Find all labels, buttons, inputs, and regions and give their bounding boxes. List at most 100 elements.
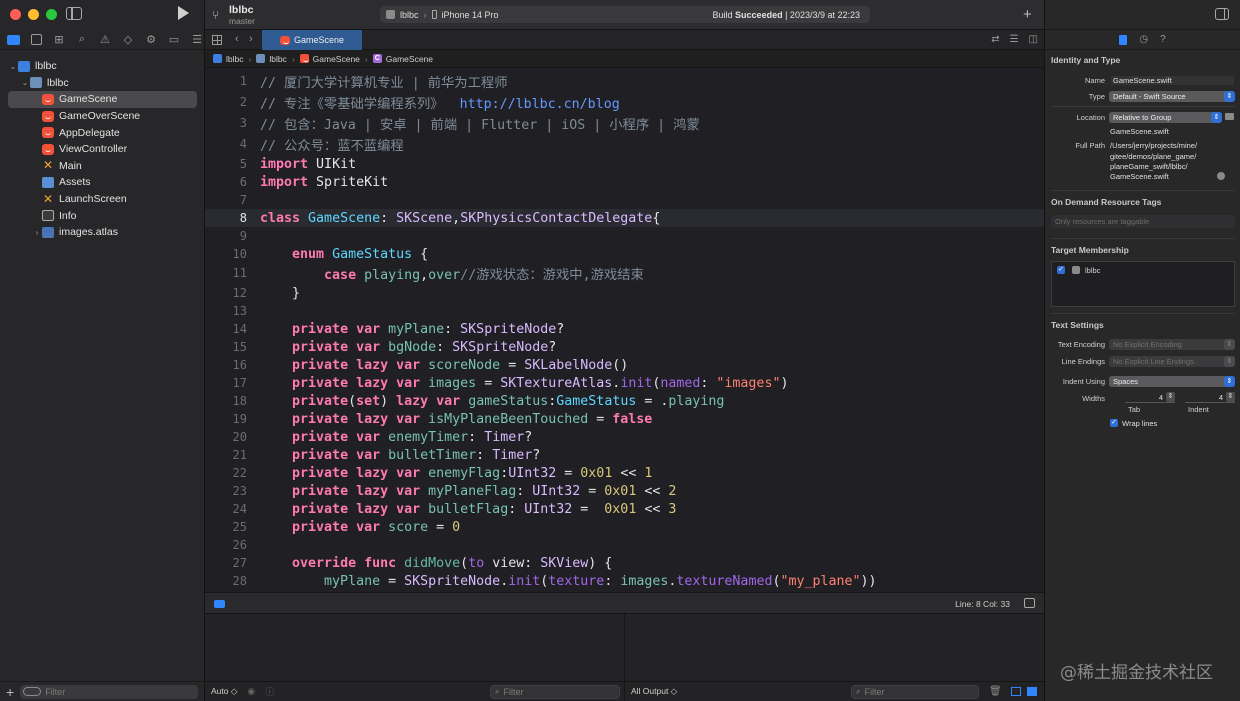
filter-options-icon[interactable] bbox=[23, 687, 42, 696]
target-checkbox[interactable]: ✓ bbox=[1057, 266, 1065, 274]
code-line[interactable]: 15 private var bgNode: SKSpriteNode? bbox=[205, 338, 1044, 356]
close-window-button[interactable] bbox=[10, 9, 21, 20]
source-control-tab[interactable] bbox=[29, 34, 43, 46]
code-line[interactable]: 10 enum GameStatus { bbox=[205, 245, 1044, 263]
code-line[interactable]: 9 bbox=[205, 227, 1044, 245]
choose-folder-icon[interactable] bbox=[1225, 113, 1234, 120]
disclosure-icon[interactable]: ⌄ bbox=[8, 62, 18, 71]
report-navigator-tab[interactable]: ☰ bbox=[190, 34, 204, 46]
encoding-select[interactable]: No Explicit Encoding bbox=[1109, 339, 1235, 350]
code-line[interactable]: 23 private lazy var myPlaneFlag: UInt32 … bbox=[205, 482, 1044, 500]
code-line[interactable]: 7 bbox=[205, 191, 1044, 209]
find-navigator-tab[interactable]: ⌕ bbox=[75, 33, 89, 46]
file-inspector-icon[interactable] bbox=[1119, 34, 1128, 45]
code-line[interactable]: 21 private var bulletTimer: Timer? bbox=[205, 446, 1044, 464]
test-navigator-tab[interactable]: ◇ bbox=[121, 34, 135, 46]
indent-select[interactable]: Spaces bbox=[1109, 376, 1235, 387]
breadcrumb-symbol[interactable]: GameScene bbox=[386, 54, 433, 64]
console-filter-input[interactable]: ⌕ Filter bbox=[851, 684, 979, 699]
code-line[interactable]: 26 bbox=[205, 536, 1044, 554]
code-line[interactable]: 27 override func didMove(to view: SKView… bbox=[205, 554, 1044, 572]
info-icon[interactable]: ⓘ bbox=[265, 685, 274, 698]
library-add-button[interactable]: + bbox=[1023, 6, 1032, 23]
panel-toggle-icon[interactable] bbox=[1024, 598, 1035, 608]
code-line[interactable]: 13 bbox=[205, 302, 1044, 320]
code-line[interactable]: 19 private lazy var isMyPlaneBeenTouched… bbox=[205, 410, 1044, 428]
tree-item[interactable]: Info bbox=[0, 207, 205, 224]
split-editor-icon[interactable]: ◫ bbox=[1029, 34, 1038, 45]
debug-area-toggle-icon[interactable] bbox=[214, 600, 225, 608]
line-endings-select[interactable]: No Explicit Line Endings bbox=[1109, 356, 1235, 367]
debug-navigator-tab[interactable]: ⚙ bbox=[144, 34, 158, 46]
code-line[interactable]: 12 } bbox=[205, 284, 1044, 302]
breadcrumb-file[interactable]: GameScene bbox=[313, 54, 360, 64]
breadcrumb-group[interactable]: lblbc bbox=[269, 54, 286, 64]
disclosure-icon[interactable]: › bbox=[32, 228, 42, 237]
code-line[interactable]: 16 private lazy var scoreNode = SKLabelN… bbox=[205, 356, 1044, 374]
variables-filter-input[interactable]: ⌕ Filter bbox=[490, 684, 620, 699]
indent-width-stepper[interactable]: 4 bbox=[1185, 392, 1235, 403]
branch-name[interactable]: master bbox=[229, 16, 255, 26]
code-line[interactable]: 25 private var score = 0 bbox=[205, 518, 1044, 536]
breadcrumb-project[interactable]: lblbc bbox=[226, 54, 243, 64]
trash-icon[interactable]: 🗑 bbox=[989, 686, 1002, 697]
code-line[interactable]: 20 private var enemyTimer: Timer? bbox=[205, 428, 1044, 446]
wrap-lines-checkbox[interactable]: ✓ bbox=[1110, 419, 1118, 427]
code-line[interactable]: 22 private lazy var enemyFlag:UInt32 = 0… bbox=[205, 464, 1044, 482]
code-line[interactable]: 18 private(set) lazy var gameStatus:Game… bbox=[205, 392, 1044, 410]
reveal-in-finder-icon[interactable] bbox=[1217, 172, 1225, 180]
tree-item[interactable]: › images.atlas bbox=[0, 224, 205, 241]
project-navigator-tab[interactable] bbox=[6, 34, 20, 46]
add-file-icon[interactable]: + bbox=[6, 684, 14, 700]
code-line[interactable]: 6 import SpriteKit bbox=[205, 173, 1044, 191]
name-field[interactable]: GameScene.swift bbox=[1111, 76, 1234, 85]
code-line[interactable]: 17 private lazy var images = SKTextureAt… bbox=[205, 374, 1044, 392]
tab-gamescene[interactable]: GameScene bbox=[262, 30, 362, 50]
swap-icon[interactable]: ⇄ bbox=[991, 34, 999, 45]
tree-item[interactable]: GameOverScene bbox=[0, 108, 205, 125]
forward-icon[interactable]: › bbox=[249, 33, 253, 45]
tab-width-stepper[interactable]: 4 bbox=[1125, 392, 1175, 403]
split-right-icon[interactable] bbox=[1027, 687, 1037, 696]
split-left-icon[interactable] bbox=[1011, 687, 1021, 696]
breakpoint-navigator-tab[interactable]: ▭ bbox=[167, 34, 181, 46]
code-line[interactable]: 8 class GameScene: SKScene,SKPhysicsConta… bbox=[205, 209, 1044, 227]
inspector-toggle-icon[interactable] bbox=[1215, 8, 1229, 20]
tree-item[interactable]: GameScene bbox=[8, 91, 197, 108]
sidebar-toggle-icon[interactable] bbox=[66, 7, 82, 20]
history-icon[interactable]: ◷ bbox=[1139, 34, 1148, 45]
adjust-editor-icon[interactable]: ☰ bbox=[1010, 34, 1019, 45]
run-button[interactable] bbox=[178, 6, 189, 20]
eye-icon[interactable]: ◉ bbox=[247, 686, 255, 697]
zoom-window-button[interactable] bbox=[46, 9, 57, 20]
code-line[interactable]: 3 // 包含：Java | 安卓 | 前端 | Flutter | iOS | … bbox=[205, 114, 1044, 133]
code-line[interactable]: 14 private var myPlane: SKSpriteNode? bbox=[205, 320, 1044, 338]
code-line[interactable]: 24 private lazy var bulletFlag: UInt32 =… bbox=[205, 500, 1044, 518]
source-editor[interactable]: 1 // 厦门大学计算机专业 | 前华为工程师 2 // 专注《零基础学编程系列》 h… bbox=[205, 68, 1044, 592]
minimize-window-button[interactable] bbox=[28, 9, 39, 20]
navigator-filter-input[interactable]: Filter bbox=[20, 684, 199, 699]
tree-item[interactable]: ⌄ lblbc bbox=[0, 75, 205, 92]
device-selector[interactable]: iPhone 14 Pro bbox=[442, 10, 499, 20]
tree-item[interactable]: ✕ Main bbox=[0, 158, 205, 175]
project-name[interactable]: lblbc bbox=[229, 4, 254, 16]
location-select[interactable]: Relative to Group bbox=[1109, 112, 1222, 123]
tree-item[interactable]: ✕ LaunchScreen bbox=[0, 191, 205, 208]
symbol-navigator-tab[interactable]: ⊞ bbox=[52, 34, 66, 46]
code-line[interactable]: 11 case playing,over//游戏状态：游戏中,游戏结束 bbox=[205, 264, 1044, 283]
tree-item[interactable]: AppDelegate bbox=[0, 124, 205, 141]
code-line[interactable]: 4 // 公众号：蓝不蓝编程 bbox=[205, 135, 1044, 154]
tree-item[interactable]: Assets bbox=[0, 174, 205, 191]
variables-scope-selector[interactable]: Auto ◇ bbox=[211, 686, 237, 697]
tree-item[interactable]: ⌄ lblbc bbox=[0, 58, 205, 75]
scheme-selector[interactable]: lblbc bbox=[400, 10, 419, 20]
disclosure-icon[interactable]: ⌄ bbox=[20, 78, 30, 87]
console-output-selector[interactable]: All Output ◇ bbox=[631, 686, 677, 697]
code-line[interactable]: 5 import UIKit bbox=[205, 155, 1044, 173]
issue-navigator-tab[interactable]: ⚠ bbox=[98, 34, 112, 46]
related-items-icon[interactable] bbox=[212, 35, 222, 45]
type-select[interactable]: Default - Swift Source bbox=[1109, 91, 1235, 102]
code-line[interactable]: 2 // 专注《零基础学编程系列》 http://lblbc.cn/blog bbox=[205, 93, 1044, 112]
code-line[interactable]: 28 myPlane = SKSpriteNode.init(texture: … bbox=[205, 572, 1044, 590]
tree-item[interactable]: ViewController bbox=[0, 141, 205, 158]
